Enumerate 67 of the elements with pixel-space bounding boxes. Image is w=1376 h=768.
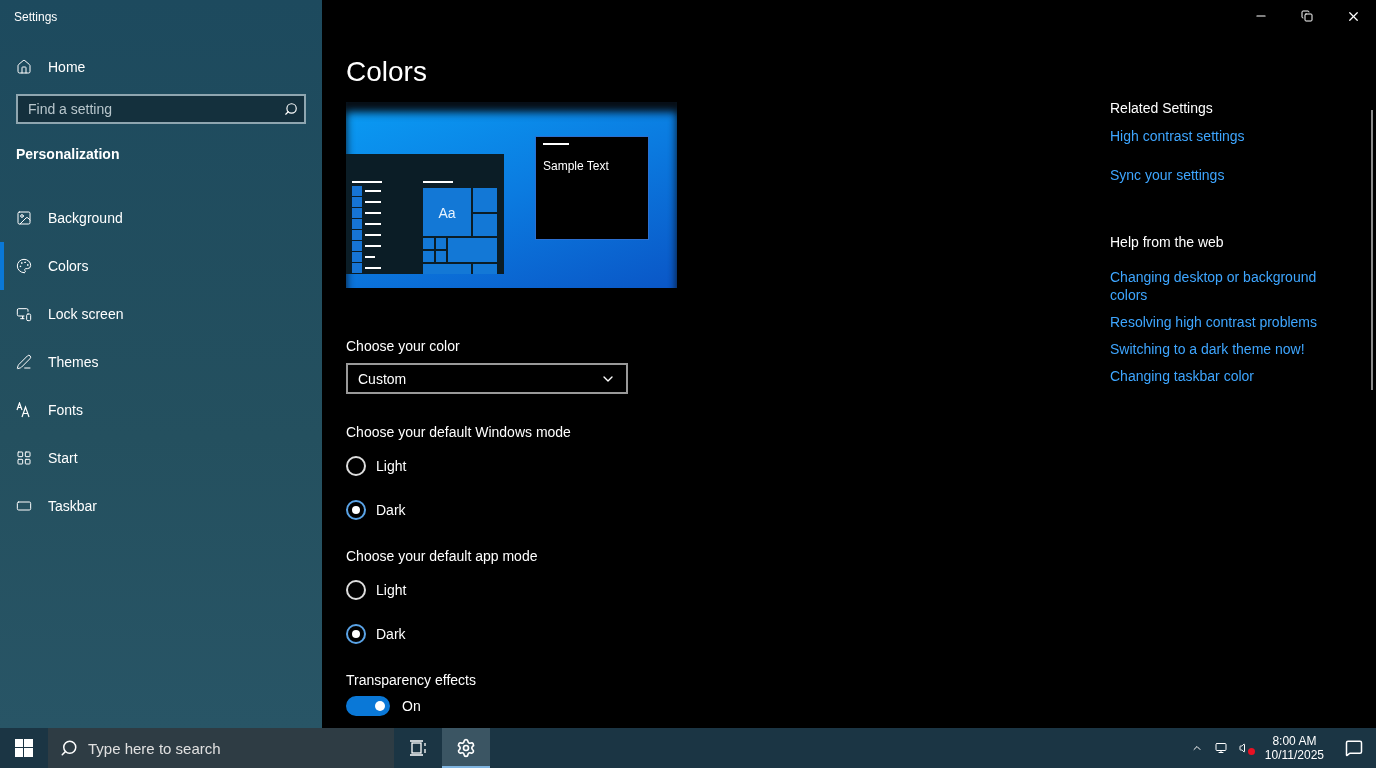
sidebar-item[interactable]: Fonts (0, 386, 322, 434)
tile-text: Aa (437, 205, 457, 221)
restore-icon (1301, 10, 1313, 22)
picture-icon (16, 210, 32, 226)
radio-label: Light (376, 582, 407, 598)
font-icon (16, 402, 32, 418)
grid-icon (16, 450, 32, 466)
toggle-state: On (402, 698, 421, 714)
clock[interactable]: 8:00 AM 10/11/2025 (1264, 734, 1324, 762)
sidebar-item[interactable]: Lock screen (0, 290, 322, 338)
radio-option[interactable]: Light (346, 444, 1042, 488)
section-heading: Personalization (16, 146, 121, 162)
monitor-icon (1214, 740, 1227, 756)
help-link[interactable]: Switching to a dark theme now! (1110, 340, 1336, 358)
radio-label: Dark (376, 502, 406, 518)
section-label: Choose your default Windows mode (346, 424, 572, 440)
palette-icon (16, 258, 32, 274)
radio-option[interactable]: Dark (346, 612, 1042, 656)
help-link[interactable]: Changing taskbar color (1110, 367, 1336, 385)
task-view-icon (409, 740, 427, 756)
related-link[interactable]: High contrast settings (1110, 127, 1336, 145)
pen-icon (16, 354, 32, 370)
sidebar-item[interactable]: Colors (0, 242, 322, 290)
sidebar-item-label: Taskbar (48, 498, 98, 514)
radio-option[interactable]: Dark (346, 488, 1042, 532)
muted-badge (1247, 748, 1255, 755)
color-dropdown[interactable]: Custom (346, 363, 628, 394)
radio-button[interactable] (346, 500, 366, 520)
section-label: Choose your default app mode (346, 548, 539, 564)
sidebar-item-label: Colors (48, 258, 89, 274)
sidebar-item-label: Start (48, 450, 78, 466)
sidebar-item[interactable]: Start (0, 434, 322, 482)
gear-icon (456, 738, 476, 758)
section-label: Transparency effects (346, 672, 477, 688)
sidebar-item-label: Themes (48, 354, 99, 370)
radio-button[interactable] (346, 624, 366, 644)
search-icon (60, 739, 78, 757)
help-link[interactable]: Changing desktop or background colors (1110, 268, 1336, 304)
notification-icon (1345, 739, 1363, 757)
search-icon (284, 102, 298, 116)
sidebar-item[interactable]: Background (0, 194, 322, 242)
radio-option[interactable]: Light (346, 568, 1042, 612)
section-label: Choose your color (346, 338, 461, 354)
sidebar-item-label: Fonts (48, 402, 83, 418)
window-title: Settings (14, 10, 59, 26)
screen-icon (16, 306, 32, 322)
bar-icon (16, 498, 32, 514)
scrollbar[interactable] (1371, 110, 1373, 390)
help-heading: Help from the web (1110, 234, 1225, 250)
taskbar-search-field[interactable]: Type here to search (48, 728, 394, 768)
help-link[interactable]: Resolving high contrast problems (1110, 313, 1336, 331)
settings-app-button[interactable] (442, 728, 490, 768)
sample-text: Sample Text (543, 159, 609, 173)
radio-label: Dark (376, 626, 406, 642)
related-link[interactable]: Sync your settings (1110, 166, 1336, 184)
sidebar-item[interactable]: Themes (0, 338, 322, 386)
home-icon (16, 59, 32, 75)
toggle-switch[interactable] (346, 696, 390, 716)
search-field[interactable]: Find a setting (16, 94, 306, 124)
page-title: Colors (346, 56, 428, 88)
home-nav-item[interactable]: Home (0, 46, 322, 88)
related-heading: Related Settings (1110, 100, 1214, 116)
sidebar-item-label: Lock screen (48, 306, 124, 322)
radio-label: Light (376, 458, 407, 474)
sidebar-item-label: Background (48, 210, 123, 226)
windows-logo-icon (15, 739, 33, 757)
sidebar-item[interactable]: Taskbar (0, 482, 322, 530)
